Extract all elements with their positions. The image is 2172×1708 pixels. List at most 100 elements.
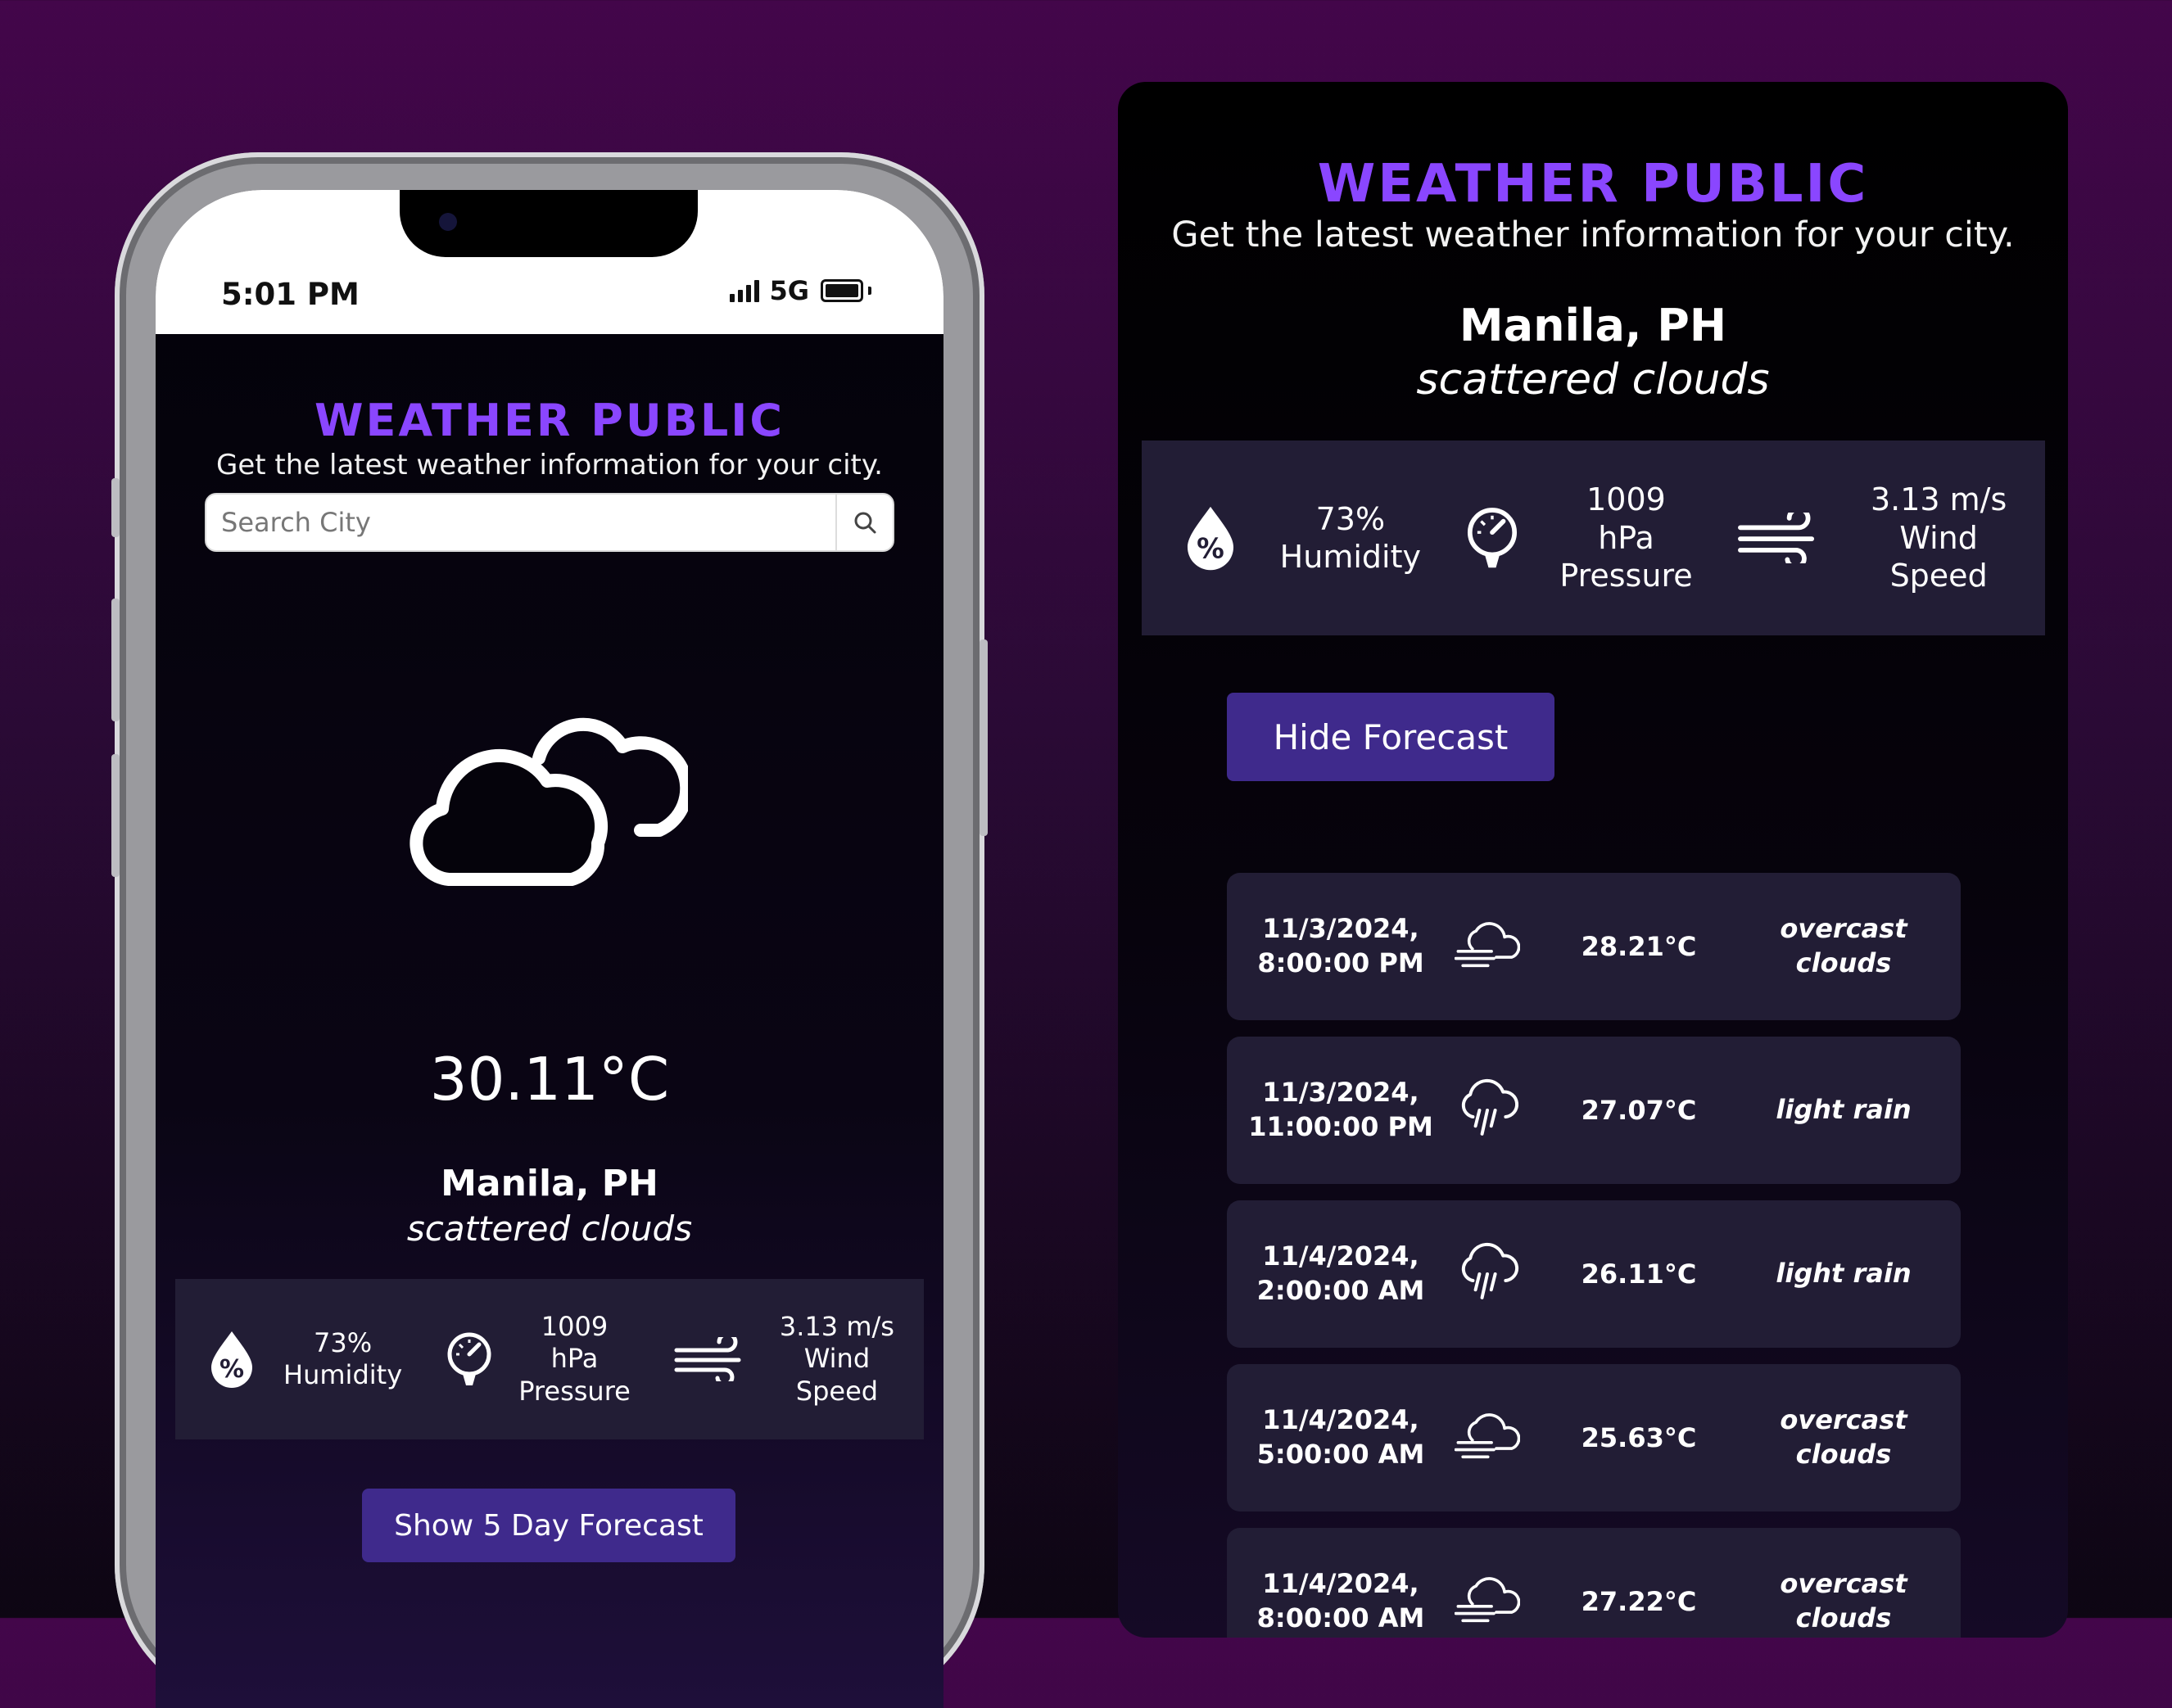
- forecast-card: 11/3/2024, 11:00:00 PM 27.07°C light rain: [1227, 1037, 1961, 1184]
- panel-wind-label-line1: Wind: [1899, 519, 1978, 556]
- forecast-date: 11/4/2024,: [1262, 1240, 1419, 1272]
- notch: [400, 190, 698, 257]
- forecast-datetime: 11/3/2024, 8:00:00 PM: [1227, 912, 1455, 980]
- forecast-card: 11/4/2024, 8:00:00 AM 27.22°C overcast cloud…: [1227, 1528, 1961, 1638]
- forecast-description: light rain: [1758, 1093, 1930, 1127]
- light-rain-icon: [1455, 1235, 1520, 1313]
- forecast-date: 11/4/2024,: [1262, 1568, 1419, 1600]
- forecast-time: 2:00:00 AM: [1256, 1275, 1425, 1306]
- forecast-date: 11/3/2024,: [1262, 913, 1419, 945]
- panel-weather-condition: scattered clouds: [1416, 355, 1770, 404]
- pressure-label: Pressure: [518, 1375, 631, 1407]
- forecast-date: 11/4/2024,: [1262, 1404, 1419, 1436]
- status-bar: 5:01 PM 5G: [156, 190, 943, 334]
- panel-pressure-stat: 1009 hPa Pressure: [1464, 481, 1693, 594]
- forecast-datetime: 11/4/2024, 8:00:00 AM: [1227, 1567, 1455, 1635]
- wind-label-line1: Wind: [803, 1343, 871, 1375]
- pressure-gauge-icon: [447, 1332, 491, 1385]
- panel-pressure-value: 1009: [1586, 481, 1666, 518]
- weather-stats: % 73% Humidity 1009 hPa Pressure 3.13 m/…: [175, 1279, 924, 1439]
- forecast-datetime: 11/3/2024, 11:00:00 PM: [1227, 1076, 1455, 1144]
- forecast-temp: 27.07°C: [1581, 1095, 1697, 1126]
- forecast-time: 8:00:00 AM: [1256, 1602, 1425, 1633]
- forecast-date: 11/3/2024,: [1262, 1077, 1419, 1109]
- svg-text:%: %: [219, 1355, 244, 1384]
- pressure-stat: 1009 hPa Pressure: [445, 1311, 631, 1407]
- phone-screen: 5:01 PM 5G WEATHER PUBLIC Get the latest…: [156, 190, 943, 1708]
- phone-power-button: [980, 639, 988, 836]
- humidity-stat: % 73% Humidity: [205, 1327, 402, 1391]
- forecast-temp: 26.11°C: [1581, 1258, 1697, 1290]
- wind-value: 3.13 m/s: [779, 1311, 894, 1343]
- scattered-clouds-icon: [410, 717, 688, 886]
- panel-humidity-value: 73%: [1315, 500, 1386, 537]
- forecast-temp: 25.63°C: [1581, 1422, 1697, 1453]
- desktop-panel: WEATHER PUBLIC Get the latest weather in…: [1118, 82, 2068, 1638]
- overcast-clouds-icon: [1455, 914, 1520, 979]
- search-input[interactable]: [206, 495, 837, 550]
- status-time: 5:01 PM: [221, 277, 360, 312]
- panel-wind-value: 3.13 m/s: [1870, 481, 2007, 518]
- wind-stat: 3.13 m/s Wind Speed: [673, 1311, 894, 1407]
- panel-weather-stats: % 73% Humidity 1009 hPa Pressure 3.13 m/…: [1142, 441, 2045, 635]
- forecast-desc-line1: overcast: [1780, 1568, 1907, 1600]
- forecast-time: 5:00:00 AM: [1256, 1439, 1425, 1470]
- phone-mockup: 5:01 PM 5G WEATHER PUBLIC Get the latest…: [111, 152, 988, 1708]
- forecast-description: overcast clouds: [1758, 1567, 1930, 1635]
- weather-condition: scattered clouds: [406, 1209, 693, 1249]
- forecast-time: 8:00:00 PM: [1257, 947, 1424, 978]
- panel-humidity-stat: % 73% Humidity: [1180, 500, 1421, 576]
- forecast-desc-line2: clouds: [1795, 1602, 1892, 1633]
- light-rain-icon: [1455, 1071, 1520, 1150]
- humidity-label: Humidity: [283, 1359, 403, 1390]
- wind-icon: [674, 1337, 741, 1381]
- humidity-value: 73%: [314, 1326, 373, 1358]
- panel-city-name: Manila, PH: [1459, 300, 1727, 351]
- panel-wind-stat: 3.13 m/s Wind Speed: [1736, 481, 2007, 594]
- humidity-icon: %: [211, 1331, 253, 1388]
- forecast-list: 11/3/2024, 8:00:00 PM 28.21°C overcast cloud…: [1227, 873, 1961, 1638]
- forecast-datetime: 11/4/2024, 5:00:00 AM: [1227, 1403, 1455, 1471]
- signal-icon: [730, 279, 760, 302]
- battery-icon: [821, 279, 863, 302]
- phone-volume-up-button: [111, 599, 120, 721]
- pressure-unit: hPa: [550, 1343, 599, 1375]
- overcast-clouds-icon: [1455, 1405, 1520, 1471]
- pressure-gauge-icon: [1468, 508, 1518, 568]
- panel-pressure-label: Pressure: [1559, 558, 1693, 594]
- forecast-desc-line1: light rain: [1776, 1094, 1912, 1126]
- search-bar: [205, 493, 894, 552]
- forecast-description: light rain: [1758, 1257, 1930, 1291]
- pressure-value: 1009: [541, 1311, 609, 1343]
- panel-pressure-unit: hPa: [1598, 519, 1654, 556]
- show-forecast-button[interactable]: Show 5 Day Forecast: [362, 1489, 735, 1562]
- humidity-icon: %: [1187, 506, 1233, 571]
- panel-app-subtitle: Get the latest weather information for y…: [1171, 215, 2015, 255]
- hide-forecast-button[interactable]: Hide Forecast: [1227, 693, 1554, 781]
- phone-volume-down-button: [111, 754, 120, 877]
- search-button[interactable]: [835, 495, 893, 550]
- panel-wind-label-line2: Speed: [1889, 558, 1988, 594]
- panel-app-title: WEATHER PUBLIC: [1317, 154, 1869, 215]
- svg-text:%: %: [1197, 533, 1224, 565]
- overcast-clouds-icon: [1455, 1569, 1520, 1634]
- forecast-temp: 27.22°C: [1581, 1586, 1697, 1617]
- app-title: WEATHER PUBLIC: [314, 395, 785, 446]
- forecast-description: overcast clouds: [1758, 912, 1930, 980]
- app-subtitle: Get the latest weather information for y…: [216, 449, 883, 481]
- forecast-description: overcast clouds: [1758, 1403, 1930, 1471]
- forecast-desc-line1: overcast: [1780, 913, 1907, 945]
- forecast-card: 11/3/2024, 8:00:00 PM 28.21°C overcast cloud…: [1227, 873, 1961, 1020]
- status-indicators: 5G: [730, 275, 871, 306]
- front-camera: [439, 213, 457, 231]
- forecast-desc-line2: clouds: [1795, 1439, 1892, 1470]
- forecast-desc-line1: overcast: [1780, 1404, 1907, 1436]
- search-icon: [854, 512, 876, 534]
- forecast-desc-line1: light rain: [1776, 1258, 1912, 1290]
- forecast-desc-line2: clouds: [1795, 947, 1892, 978]
- wind-label-line2: Speed: [795, 1375, 879, 1407]
- network-type: 5G: [769, 275, 809, 306]
- forecast-temp: 28.21°C: [1581, 931, 1697, 962]
- battery-tip: [868, 287, 871, 295]
- forecast-card: 11/4/2024, 5:00:00 AM 25.63°C overcast cloud…: [1227, 1364, 1961, 1511]
